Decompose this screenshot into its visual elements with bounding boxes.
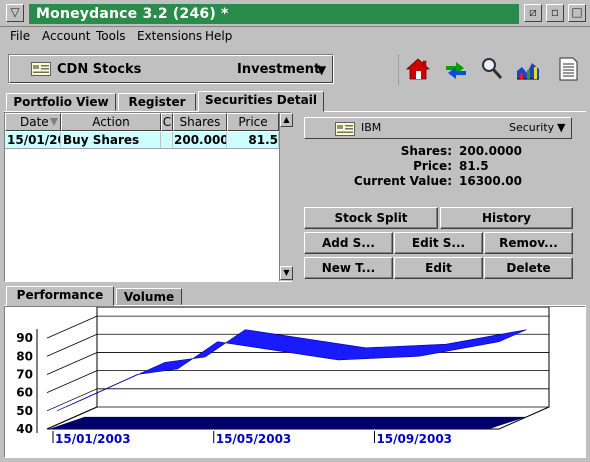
- grid-side-line: [46, 333, 98, 357]
- title-bar: ▽ Moneydance 3.2 (246) * ⧄ ▫ □: [0, 0, 590, 27]
- col-header-action[interactable]: Action: [61, 113, 161, 131]
- window-title: Moneydance 3.2 (246) *: [36, 6, 229, 22]
- cell-price[interactable]: 81.5: [227, 132, 279, 149]
- cell-date[interactable]: 15/01/2003: [5, 132, 61, 149]
- current-value-label: Current Value:: [353, 174, 452, 188]
- shares-label: Shares:: [400, 144, 452, 158]
- menu-file[interactable]: File: [10, 28, 30, 44]
- series-floor: [49, 416, 527, 429]
- cell-action[interactable]: Buy Shares: [61, 132, 161, 149]
- tab-securities-detail[interactable]: Securities Detail: [198, 91, 324, 112]
- transfer-arrows-icon[interactable]: [442, 55, 470, 83]
- add-security-button[interactable]: Add S...: [304, 232, 393, 254]
- account-name: CDN Stocks: [57, 62, 142, 77]
- edit-transaction-button[interactable]: Edit: [394, 257, 483, 279]
- minimize-icon[interactable]: ▫: [546, 4, 564, 22]
- remove-security-button[interactable]: Remov...: [484, 232, 573, 254]
- new-transaction-button[interactable]: New T...: [304, 257, 393, 279]
- col-header-c[interactable]: C: [161, 113, 173, 131]
- menu-tools[interactable]: Tools: [96, 28, 126, 44]
- y-tick-label: 70: [16, 367, 33, 381]
- history-button[interactable]: History: [440, 207, 573, 229]
- shares-value: 200.0000: [459, 144, 523, 158]
- tab-performance[interactable]: Performance: [6, 286, 114, 306]
- tab-register[interactable]: Register: [118, 93, 196, 111]
- grid-side-line: [46, 352, 98, 375]
- price-label: Price:: [413, 159, 452, 173]
- performance-chart: 90 80 70 60 50 40 15/01/2003 15/05/2003 15/09/20…: [4, 306, 586, 458]
- cell-shares[interactable]: 200.0000: [173, 132, 227, 149]
- window-menu-icon[interactable]: ▽: [6, 4, 24, 22]
- account-selector[interactable]: CDN Stocks Investment ▼: [8, 54, 334, 84]
- account-type: Investment: [237, 62, 321, 77]
- x-tick-label: 15/05/2003: [216, 432, 292, 446]
- x-tick-label: 15/09/2003: [376, 432, 452, 446]
- y-tick-label: 80: [16, 349, 33, 363]
- grid-side-line: [46, 388, 98, 412]
- report-icon[interactable]: [554, 55, 582, 83]
- sort-desc-icon: [50, 118, 58, 126]
- menu-help[interactable]: Help: [205, 28, 232, 44]
- y-tick-label: 40: [16, 422, 33, 436]
- y-tick-label: 50: [16, 404, 33, 418]
- tab-volume[interactable]: Volume: [116, 288, 182, 305]
- close-icon[interactable]: □: [568, 4, 586, 22]
- account-card-icon: [31, 62, 51, 76]
- col-header-shares[interactable]: Shares: [173, 113, 227, 131]
- current-value: 16300.00: [459, 174, 523, 188]
- scroll-up-icon[interactable]: ▲: [280, 113, 293, 127]
- chart-icon[interactable]: [514, 55, 542, 83]
- col-header-price[interactable]: Price: [227, 113, 279, 131]
- security-selector-label: Security: [509, 121, 555, 134]
- security-name: IBM: [361, 121, 382, 134]
- performance-chart-svg: 90 80 70 60 50 40 15/01/2003 15/05/2003 15/09/20…: [16, 307, 550, 446]
- price-value: 81.5: [459, 159, 489, 173]
- menu-bar: File Account Tools Extensions Help: [0, 27, 590, 47]
- stock-split-button[interactable]: Stock Split: [304, 207, 438, 229]
- table-scrollbar[interactable]: ▲ ▼: [279, 113, 293, 281]
- cell-c[interactable]: [161, 132, 173, 149]
- zoom-icon[interactable]: ⧄: [524, 4, 542, 22]
- menu-account[interactable]: Account: [42, 28, 90, 44]
- chart-backwall: [46, 307, 550, 430]
- y-tick-label: 90: [16, 331, 33, 345]
- menu-extensions[interactable]: Extensions: [137, 28, 202, 44]
- grid-side-line: [46, 315, 98, 339]
- x-tick-label: 15/01/2003: [55, 432, 131, 446]
- home-icon[interactable]: [404, 55, 432, 83]
- grid-side-line: [46, 370, 98, 394]
- security-selector[interactable]: IBM Security ▼: [304, 117, 572, 139]
- chevron-down-icon: ▼: [317, 63, 327, 77]
- security-chevron-down-icon: ▼: [557, 121, 566, 134]
- delete-transaction-button[interactable]: Delete: [484, 257, 573, 279]
- tab-portfolio-view[interactable]: Portfolio View: [6, 93, 116, 111]
- y-tick-label: 60: [16, 386, 33, 400]
- search-icon[interactable]: [478, 55, 506, 83]
- security-card-icon: [335, 122, 355, 136]
- edit-security-button[interactable]: Edit S...: [394, 232, 483, 254]
- toolbar-separator: [398, 55, 400, 85]
- transactions-table: Date Action C Shares Price 15/01/2003 Bu…: [4, 112, 293, 282]
- scroll-down-icon[interactable]: ▼: [280, 266, 293, 280]
